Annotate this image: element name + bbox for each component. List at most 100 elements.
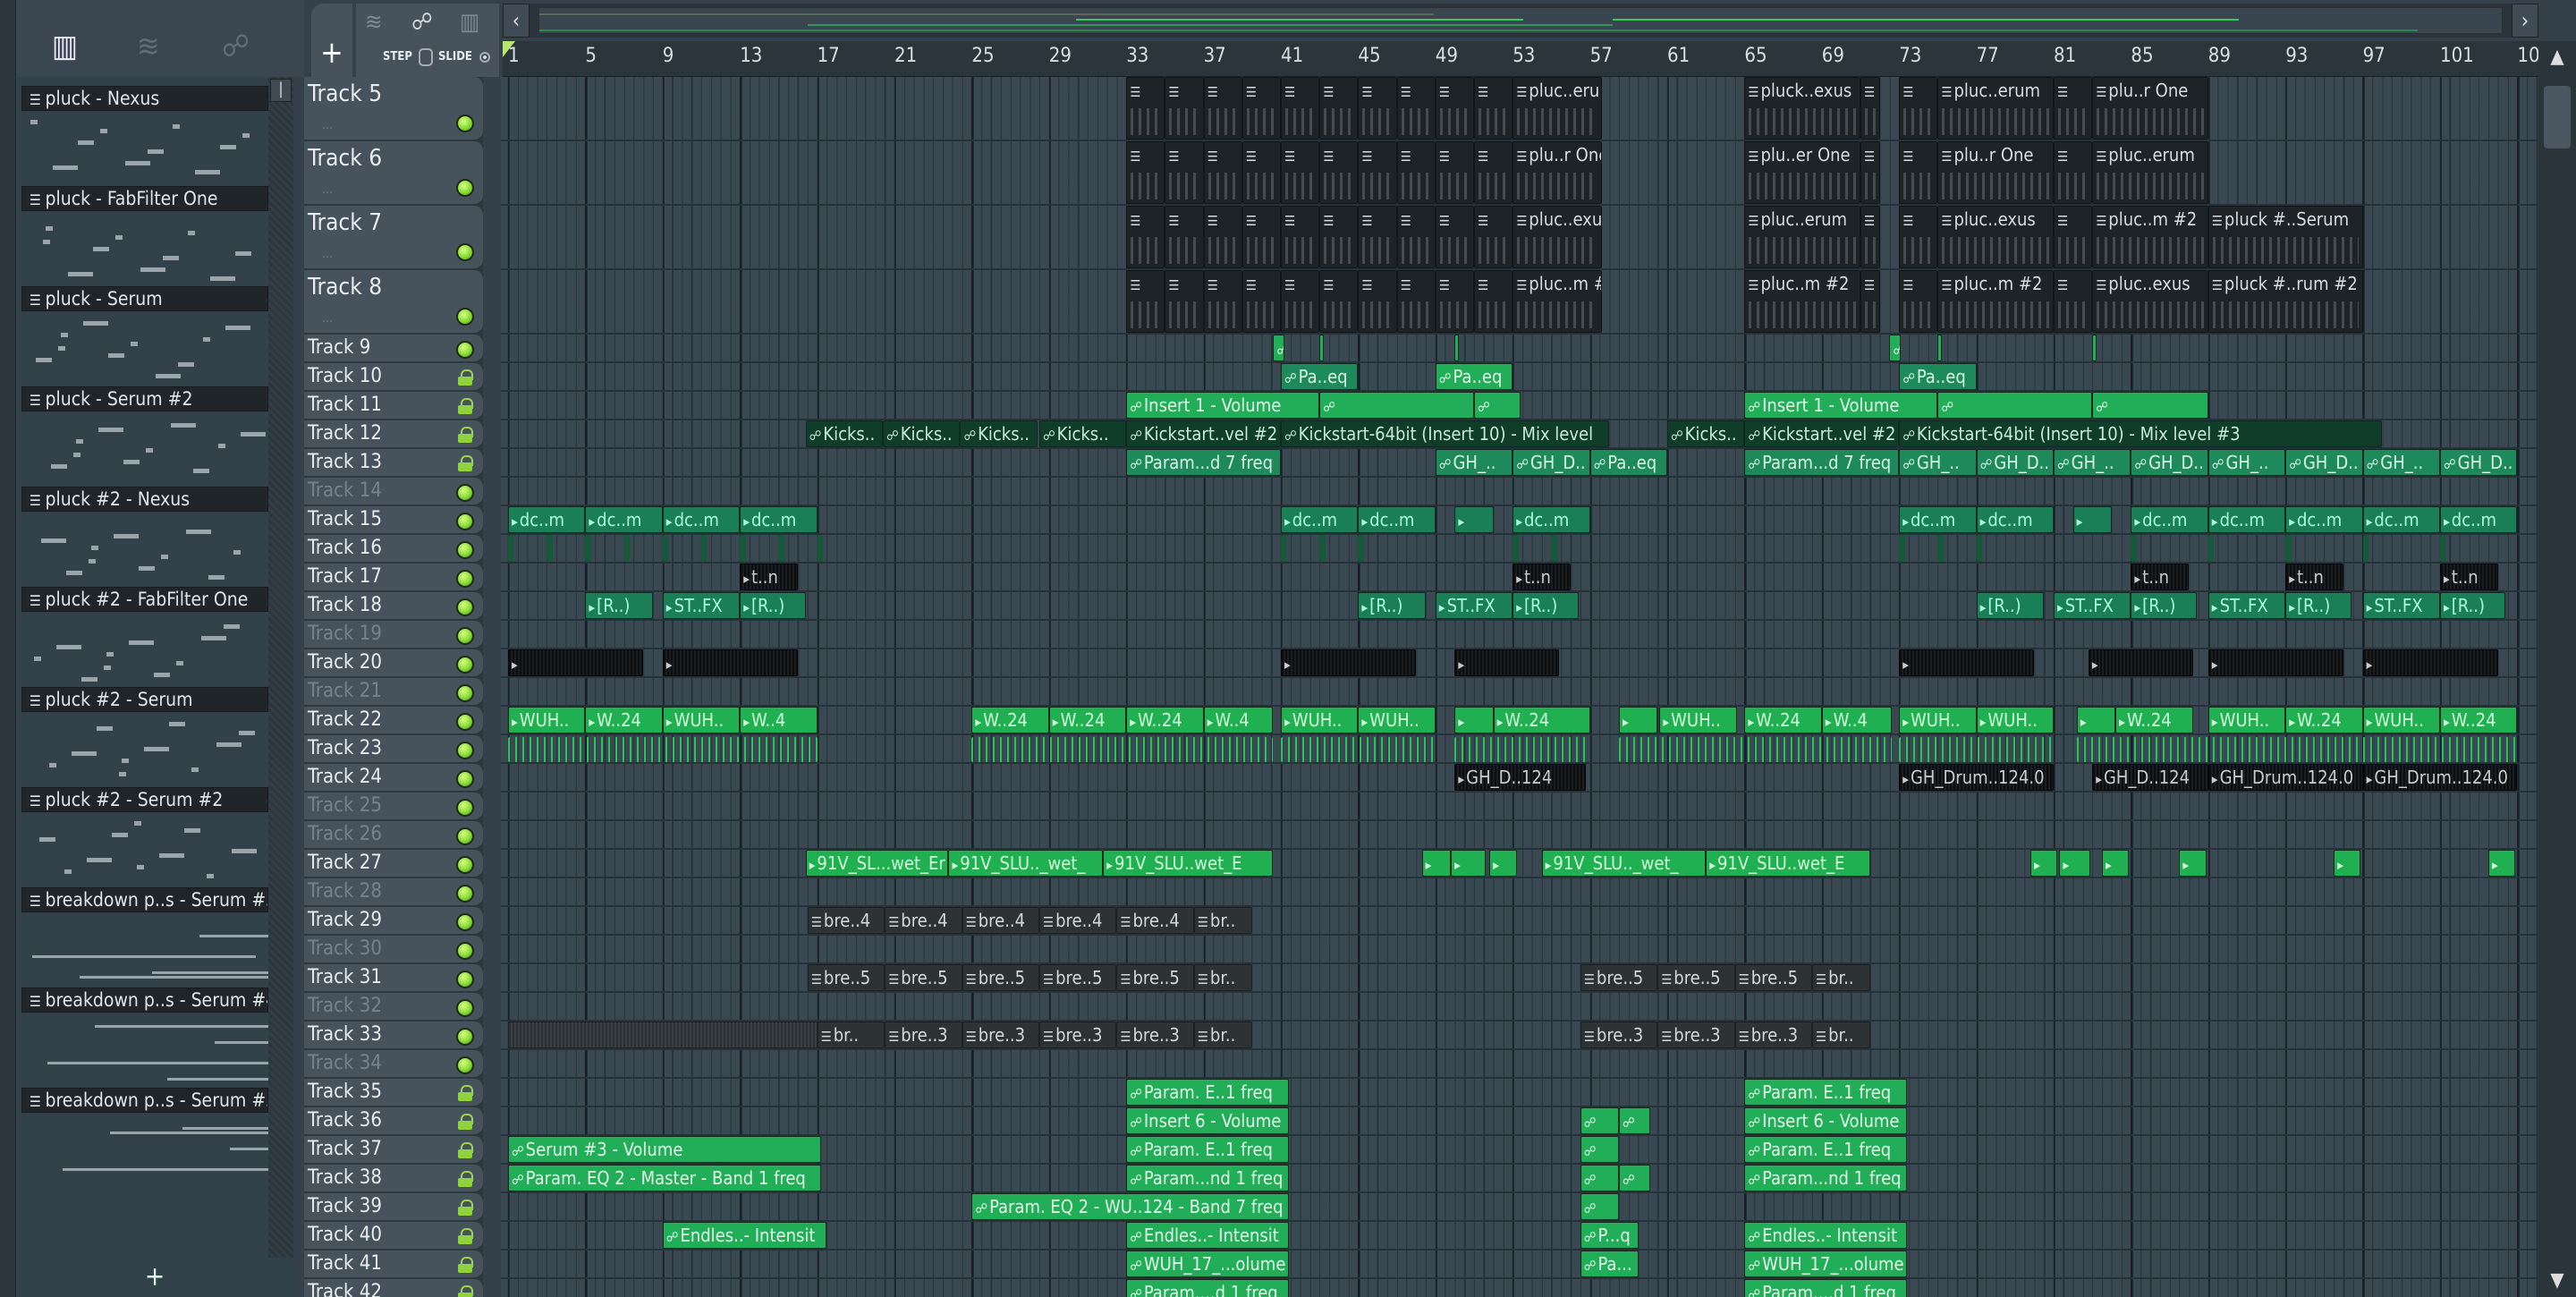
scroll-right-button[interactable]: › [2512,4,2538,38]
add-pattern-button[interactable]: + [16,1258,293,1297]
playlist-clip[interactable]: ☍ Insert 6 - Volume [1126,1107,1289,1134]
lock-icon[interactable] [458,1085,473,1101]
playlist-clip[interactable]: ☰pluc..m #2 [1513,270,1602,333]
picker-pattern-item[interactable]: ☰ breakdown p..s - Serum #3 [21,887,268,988]
playlist-clip[interactable]: ☍ Param. E..1 freq [1744,1136,1907,1163]
playlist-clip[interactable]: ☍ Param. E..1 freq [1126,1079,1289,1106]
playlist-clip[interactable] [1619,737,1892,762]
playlist-clip[interactable]: ☰ [1474,141,1513,204]
playlist-clip[interactable]: ☰ bre..3 [1116,1021,1194,1048]
playlist-clip[interactable]: ▸ [1281,649,1417,676]
mute-led-icon[interactable] [456,827,474,845]
add-track-button[interactable]: + [311,4,352,77]
track-header[interactable]: Track 26 [304,821,483,849]
playlist-clip[interactable]: ☰pluc..m #2 [1937,270,2054,333]
playlist-clip[interactable]: ☰ [1860,206,1880,268]
patterns-piano-icon[interactable]: ▥ [52,29,78,64]
step-toggle[interactable] [419,48,433,66]
track-lane[interactable]: ☰ bre..5 ☰ bre..5 ☰ bre..5 ☰ bre..5 ☰ bre..5 ☰ br..… [501,964,2538,993]
playlist-clip[interactable]: ▸ [1451,850,1486,877]
playlist-clip[interactable]: ☰pluc..erum [2092,141,2208,204]
track-header[interactable]: Track 39 [304,1193,483,1221]
playlist-clip[interactable]: ▸ [2362,649,2498,676]
playlist-clip[interactable]: ☰ [1165,270,1204,333]
playlist-clip[interactable]: ☰ [1165,206,1204,268]
playlist-clip[interactable]: ☍ Kicks.. [1039,420,1127,447]
picker-scroll-thumb[interactable]: | [270,79,292,102]
mute-led-icon[interactable] [456,885,474,903]
playlist-clip[interactable]: ☍ [1319,335,1325,361]
track-lane[interactable]: ☍ Kicks.. ☍ Kicks.. ☍ Kicks.. ☍ Kicks.. ☍ Kicksta… [501,420,2538,449]
playlist-clip[interactable]: ☰ [1281,77,1320,140]
track-header[interactable]: Track 15 [304,506,483,534]
playlist-clip[interactable] [1551,535,1557,562]
mute-led-icon[interactable] [456,656,474,674]
playlist-clip[interactable]: ☍ [2092,392,2208,419]
playlist-clip[interactable]: ☰ bre..3 [1039,1021,1117,1048]
playlist-clip[interactable]: ☍ Endles..- Intensit [1744,1222,1907,1249]
picker-pattern-item[interactable]: ☰ breakdown p..s - Serum #4 [21,988,268,1088]
playlist-clip[interactable]: ☍ Kicks.. [805,420,884,447]
track-header[interactable]: Track 42 [304,1279,483,1297]
playlist-clip[interactable] [662,535,669,562]
playlist-clip[interactable]: ▸ [R..) [1976,592,2045,619]
playlist-clip[interactable]: ☍ Kicks.. [883,420,961,447]
mute-led-icon[interactable] [456,341,474,359]
lock-icon[interactable] [458,1285,473,1297]
playlist-clip[interactable]: ☍ Insert 1 - Volume [1744,392,1938,419]
mute-led-icon[interactable] [456,179,474,197]
track-lane[interactable] [501,1050,2538,1079]
track-lane[interactable] [501,993,2538,1021]
picker-pattern-item[interactable]: ☰ breakdown p..s - Serum #5 [21,1088,268,1188]
playlist-clip[interactable] [2285,535,2292,562]
playlist-clip[interactable]: ▸ 91V_SLU..wet_E [1706,850,1870,877]
playlist-clip[interactable]: ☰ [1319,206,1359,268]
playlist-clip[interactable]: ☰ [1126,77,1165,140]
track-header[interactable]: Track 40 [304,1222,483,1250]
playlist-clip[interactable] [1899,535,1905,562]
mute-led-icon[interactable] [456,570,474,588]
track-header[interactable]: Track 10 [304,363,483,391]
scroll-left-button[interactable]: ‹ [503,4,530,38]
playlist-clip[interactable]: ▸ t..n [2440,564,2498,590]
playlist-grid[interactable]: ☰☰☰☰☰☰☰☰☰☰☰pluc..erum☰pluck..exus☰☰☰pluc… [501,77,2538,1297]
playlist-clip[interactable]: ☍ [1474,392,1521,419]
playlist-clip[interactable]: ☰ [1860,270,1880,333]
playlist-clip[interactable]: ▸ ST..FX [662,592,741,619]
playlist-clip[interactable]: ▸ W..24 [2115,707,2193,733]
picker-pattern-item[interactable]: ☰ pluck #2 - Serum [21,687,268,787]
playlist-clip[interactable]: ▸ dc..m [585,506,663,533]
playlist-clip[interactable]: ☰ br.. [1812,964,1870,991]
vertical-scroll-thumb[interactable] [2544,86,2571,148]
playlist-clip[interactable]: ▸ dc..m [1358,506,1436,533]
mute-led-icon[interactable] [456,713,474,731]
playlist-clip[interactable] [1281,535,1287,562]
mute-led-icon[interactable] [456,308,474,326]
playlist-clip[interactable]: ☰ [1358,77,1397,140]
playlist-clip[interactable]: ☰ [1281,141,1320,204]
picker-pattern-item[interactable]: ☰ pluck #2 - Serum #2 [21,787,268,887]
lock-icon[interactable] [458,398,473,414]
mute-led-icon[interactable] [456,799,474,817]
playlist-clip[interactable]: ☍ Pa..eq [1435,363,1513,390]
track-lane[interactable]: ☍ Param....d 1 freq ☍ Param....d 1 freq [501,1279,2538,1297]
track-lane[interactable] [501,535,2538,564]
playlist-clip[interactable] [508,1021,818,1048]
playlist-clip[interactable]: ▸ ST..FX [1435,592,1513,619]
playlist-clip[interactable]: ☍ WUH_17_...olume [1744,1250,1907,1277]
track-header[interactable]: Track 8... [304,270,483,334]
picker-pattern-item[interactable]: ☰ pluck #2 - Nexus [21,487,268,587]
playlist-clip[interactable]: ☰ [1435,270,1474,333]
playlist-clip[interactable]: ▸ W..24 [1126,707,1204,733]
playlist-clip[interactable]: ☍ [2092,335,2097,361]
playlist-clip[interactable]: ☰ bre..5 [1657,964,1735,991]
mute-led-icon[interactable] [456,513,474,530]
track-lane[interactable]: ☰ ☰ ☰ ☰ ☰ ☰ ☰ ☰ ☰ ☰ ☰ plu..r One ☰ plu..er One ☰ ☰ ☰ plu.… [501,141,2538,206]
playlist-clip[interactable]: ▸ W..24 [2285,707,2363,733]
track-header[interactable]: Track 11 [304,392,483,420]
playlist-clip[interactable]: ☍ Param. E..1 freq [1126,1136,1289,1163]
playlist-clip[interactable]: ▸ W..4 [1821,707,1892,733]
playlist-clip[interactable] [1937,535,1944,562]
playlist-clip[interactable]: ☰ bre..3 [885,1021,962,1048]
playlist-clip[interactable]: ☍ Param. E..1 freq [1744,1079,1907,1106]
